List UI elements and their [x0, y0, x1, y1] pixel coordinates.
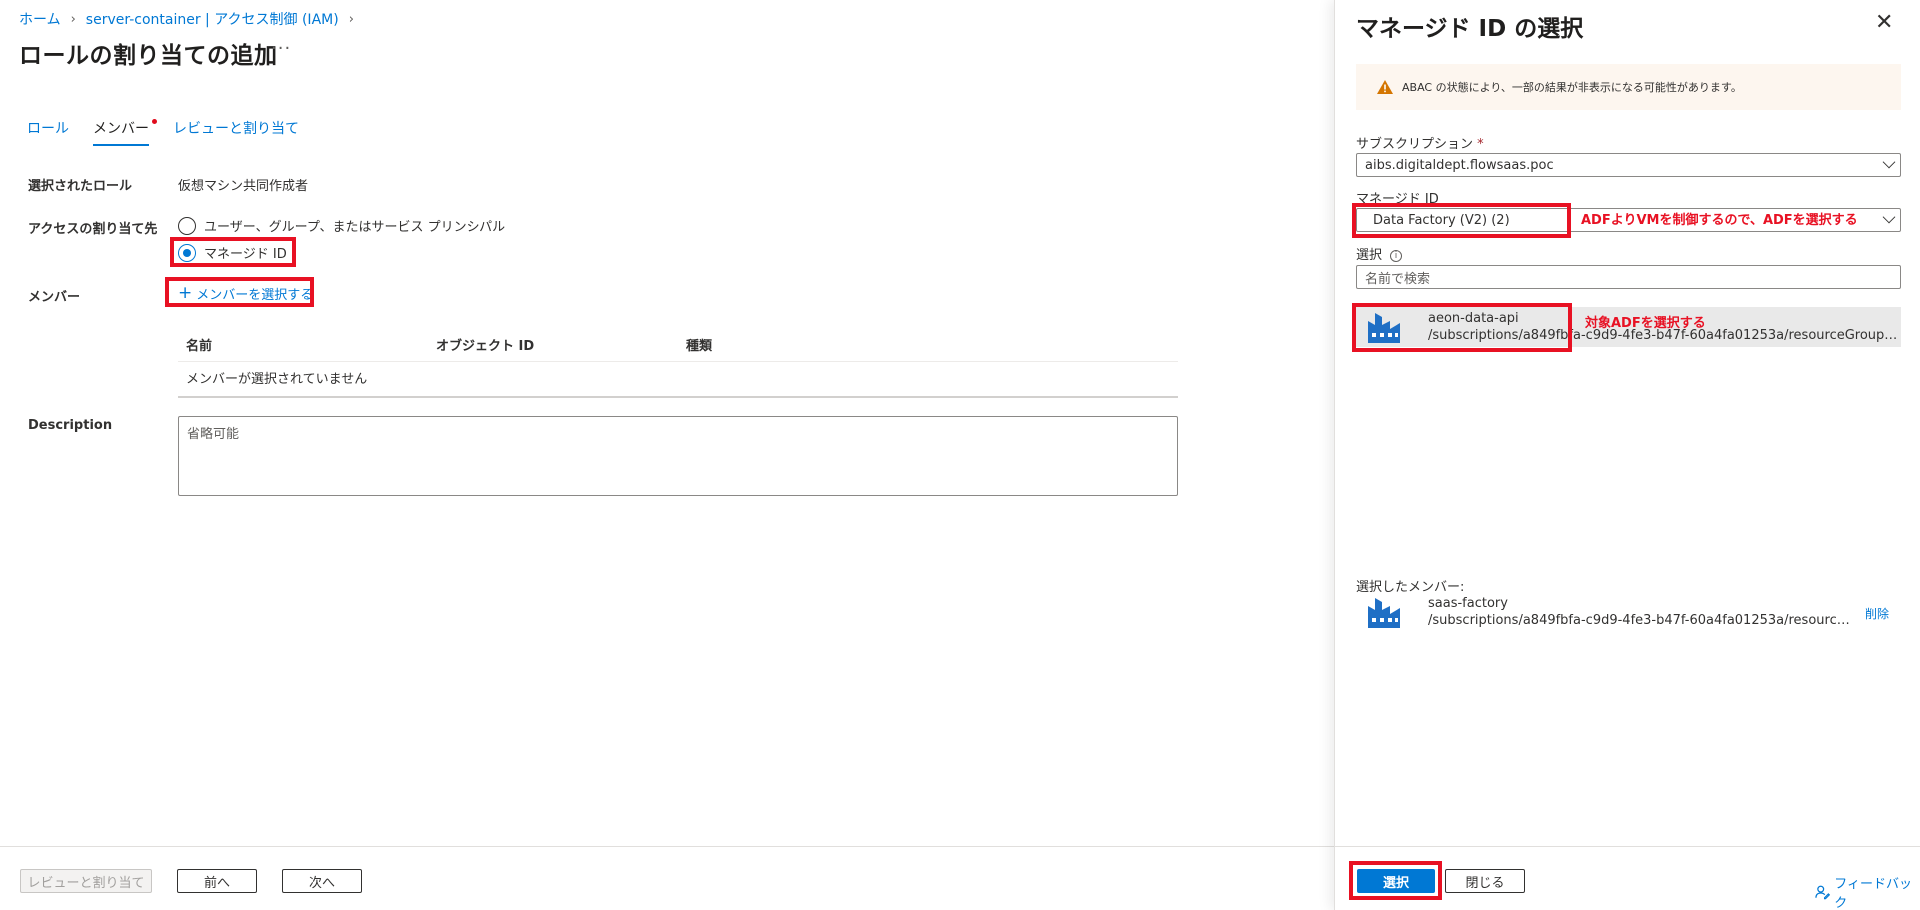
highlight-box	[1349, 861, 1442, 900]
column-header-object-id: オブジェクト ID	[436, 339, 535, 354]
close-icon[interactable]: ✕	[1875, 10, 1893, 35]
highlight-box	[165, 277, 314, 307]
search-input[interactable]: 名前で検索	[1356, 265, 1901, 289]
selected-member-item: saas-factory /subscriptions/a849fbfa-c9d…	[1356, 592, 1856, 632]
description-label: Description	[28, 418, 113, 433]
chevron-right-icon: ›	[70, 11, 76, 27]
annotation-adf-note: ADFよりVMを制御するので、ADFを選択する	[1581, 213, 1858, 228]
required-asterisk: *	[1477, 137, 1484, 152]
breadcrumb-parent[interactable]: server-container | アクセス制御 (IAM)	[86, 9, 339, 29]
selected-member-name: saas-factory	[1428, 596, 1508, 611]
footer-bar: レビューと割り当て 前へ 次へ	[0, 846, 1334, 910]
previous-button[interactable]: 前へ	[177, 869, 257, 893]
review-assign-button[interactable]: レビューと割り当て	[20, 869, 152, 893]
highlight-box	[1352, 303, 1572, 352]
next-button[interactable]: 次へ	[282, 869, 362, 893]
subscription-value: aibs.digitaldept.flowsaas.poc	[1365, 157, 1554, 173]
subscription-label: サブスクリプション *	[1356, 137, 1484, 152]
close-button[interactable]: 閉じる	[1445, 869, 1525, 893]
remove-member-link[interactable]: 削除	[1865, 605, 1889, 622]
feedback-label: フィードバック	[1834, 877, 1913, 910]
breadcrumb-home[interactable]: ホーム	[19, 9, 61, 29]
radio-user-group[interactable]: ユーザー、グループ、またはサービス プリンシパル	[178, 216, 505, 235]
assign-access-label: アクセスの割り当て先	[28, 222, 158, 237]
tab-review[interactable]: レビューと割り当て	[173, 118, 299, 146]
chevron-down-icon	[1882, 210, 1896, 224]
panel-title: マネージド ID の選択	[1356, 16, 1584, 42]
highlight-box	[1352, 203, 1571, 238]
more-options-icon[interactable]: ···	[271, 38, 291, 59]
select-label: 選択 i	[1356, 244, 1403, 263]
feedback-link[interactable]: フィードバック	[1815, 873, 1920, 910]
empty-members-message: メンバーが選択されていません	[178, 362, 1178, 398]
feedback-icon	[1815, 885, 1831, 900]
table-header: 名前 オブジェクト ID 種類	[178, 328, 1178, 362]
column-header-name: 名前	[186, 339, 213, 354]
required-dot-icon	[152, 119, 157, 124]
chevron-right-icon: ›	[348, 11, 354, 27]
warning-text: ABAC の状態により、一部の結果が非表示になる可能性があります。	[1402, 81, 1742, 94]
info-icon[interactable]: i	[1390, 249, 1403, 262]
column-header-type: 種類	[686, 339, 713, 354]
subscription-dropdown[interactable]: aibs.digitaldept.flowsaas.poc	[1356, 153, 1901, 177]
data-factory-icon	[1368, 598, 1400, 628]
tab-members-label: メンバー	[93, 121, 149, 137]
selected-role-label: 選択されたロール	[28, 179, 133, 194]
main-area: ホーム › server-container | アクセス制御 (IAM) › …	[0, 0, 1334, 910]
tab-members[interactable]: メンバー	[93, 118, 157, 146]
tab-role[interactable]: ロール	[27, 118, 69, 146]
warning-banner: ABAC の状態により、一部の結果が非表示になる可能性があります。	[1356, 64, 1901, 110]
members-label: メンバー	[28, 290, 81, 305]
chevron-down-icon	[1882, 155, 1896, 169]
radio-user-label: ユーザー、グループ、またはサービス プリンシパル	[204, 220, 506, 235]
members-table: 名前 オブジェクト ID 種類 メンバーが選択されていません	[178, 328, 1178, 398]
breadcrumb: ホーム › server-container | アクセス制御 (IAM) ›	[19, 9, 364, 29]
managed-id-panel: マネージド ID の選択 ✕ ABAC の状態により、一部の結果が非表示になる可…	[1334, 0, 1920, 910]
radio-button[interactable]	[178, 216, 196, 235]
description-field[interactable]: 省略可能	[178, 416, 1178, 496]
warning-icon	[1377, 80, 1393, 94]
panel-footer: 選択 閉じる フィードバック	[1335, 846, 1920, 910]
highlight-box	[170, 237, 296, 267]
annotation-target-note: 対象ADFを選択する	[1585, 316, 1706, 331]
selected-role-value: 仮想マシン共同作成者	[178, 179, 309, 194]
tab-bar: ロール メンバー レビューと割り当て	[27, 118, 323, 146]
selected-member-path: /subscriptions/a849fbfa-c9d9-4fe3-b47f-6…	[1428, 613, 1853, 628]
page-title: ロールの割り当ての追加	[19, 43, 278, 69]
